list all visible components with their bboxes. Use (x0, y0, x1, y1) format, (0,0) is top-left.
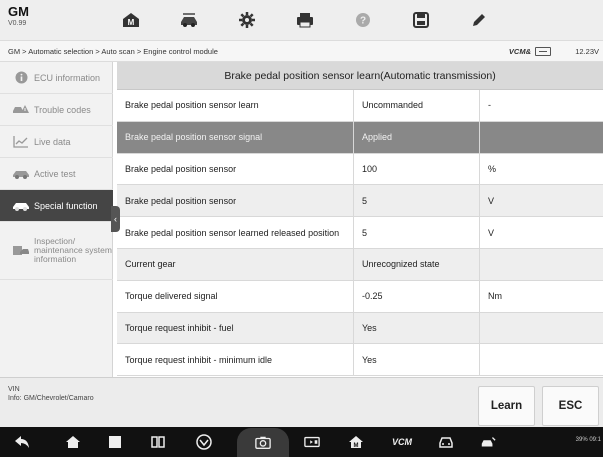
row-name: Brake pedal position sensor learn (117, 90, 354, 121)
inspection-icon (12, 244, 30, 258)
row-unit: V (488, 227, 495, 238)
home-icon[interactable]: M (102, 5, 160, 35)
svg-text:M: M (354, 443, 359, 449)
sidebar-item-label: Inspection/ maintenance system informati… (34, 236, 112, 264)
sidebar-item-inspection-maintenance[interactable]: Inspection/ maintenance system informati… (0, 222, 113, 280)
row-name: Torque request inhibit - minimum idle (117, 344, 354, 376)
row-name: Brake pedal position sensor learned rele… (117, 217, 354, 248)
sidebar-item-label: ECU information (34, 72, 101, 83)
row-value: Uncommanded (354, 90, 480, 121)
svg-text:?: ? (360, 16, 366, 27)
help-icon[interactable]: ? (334, 5, 392, 35)
sidebar-item-label: Live data (34, 136, 71, 147)
table-row[interactable]: Brake pedal position sensor signal Appli… (117, 121, 603, 154)
app-version: V0.99 (8, 20, 27, 27)
system-status: 39% 09:1 (575, 437, 601, 443)
brand: GM V0.99 (8, 5, 29, 29)
row-value: Yes (354, 344, 480, 376)
sidebar-item-label: Trouble codes (34, 104, 91, 115)
row-unit (480, 122, 603, 153)
special-function-icon (12, 199, 30, 213)
breadcrumb-bar: GM > Automatic selection > Auto scan > E… (0, 40, 603, 62)
row-name: Current gear (117, 248, 354, 280)
toolbar-icons: M ? (102, 5, 508, 35)
sidebar-item-label: Special function (34, 200, 98, 211)
diag-home-icon[interactable]: M (348, 434, 364, 450)
row-name: Brake pedal position sensor (117, 185, 354, 217)
video-icon[interactable] (304, 434, 320, 450)
footer: VIN Info: GM/Chevrolet/Camaro Learn ESC (0, 377, 603, 427)
android-nav-bar: M VCM 39% 09:1 (0, 427, 603, 457)
table-row[interactable]: Brake pedal position sensor 100 % (117, 153, 603, 186)
settings-icon[interactable] (218, 5, 276, 35)
car-nav-icon[interactable] (438, 434, 454, 450)
vehicle-info: VIN Info: GM/Chevrolet/Camaro (8, 385, 94, 403)
service-icon[interactable] (480, 434, 496, 450)
sidebar-item-label: Active test (34, 168, 76, 179)
vcm-status-label: VCM& (508, 47, 531, 56)
vin-label: VIN (8, 386, 20, 393)
app-name: GM (8, 4, 29, 19)
row-unit: V (488, 195, 495, 206)
table-row[interactable]: Torque request inhibit - minimum idle Ye… (117, 344, 603, 377)
row-unit: Nm (488, 291, 502, 302)
vehicle-swap-icon[interactable] (160, 5, 218, 35)
row-unit: - (488, 100, 491, 111)
multi-window-icon[interactable] (150, 434, 166, 450)
row-value: Unrecognized state (354, 248, 480, 280)
info-icon (12, 71, 30, 85)
row-name: Brake pedal position sensor (117, 153, 354, 185)
battery-icon (535, 47, 551, 56)
sidebar-item-active-test[interactable]: Active test (0, 158, 113, 190)
table-title: Brake pedal position sensor learn(Automa… (117, 62, 603, 90)
sidebar-item-live-data[interactable]: Live data (0, 126, 113, 158)
breadcrumb: GM > Automatic selection > Auto scan > E… (8, 47, 218, 56)
table-row[interactable]: Current gear Unrecognized state (117, 248, 603, 281)
row-unit (480, 313, 603, 344)
table-row[interactable]: Torque request inhibit - fuel Yes (117, 312, 603, 345)
table-row[interactable]: Brake pedal position sensor learned rele… (117, 217, 603, 249)
table-row[interactable]: Brake pedal position sensor 5 V (117, 185, 603, 218)
print-icon[interactable] (276, 5, 334, 35)
live-data-icon (12, 135, 30, 149)
back-icon[interactable] (14, 434, 30, 450)
home-nav-icon[interactable] (65, 434, 81, 450)
table-row[interactable]: Brake pedal position sensor learn Uncomm… (117, 90, 603, 122)
camera-icon[interactable] (255, 434, 271, 450)
row-value: -0.25 (354, 280, 480, 312)
car-warning-icon (12, 103, 30, 117)
row-value: Yes (354, 312, 480, 344)
row-value: Applied (354, 121, 480, 153)
row-value: 5 (354, 217, 480, 248)
browser-icon[interactable] (196, 434, 212, 450)
save-icon[interactable] (392, 5, 450, 35)
top-toolbar: GM V0.99 M ? (0, 0, 603, 40)
sidebar-item-ecu-information[interactable]: ECU information (0, 62, 113, 94)
row-value: 100 (354, 153, 480, 185)
row-name: Torque delivered signal (117, 280, 354, 312)
active-test-icon (12, 167, 30, 181)
row-name: Torque request inhibit - fuel (117, 312, 354, 344)
row-unit (480, 344, 603, 375)
voltage-readout: 12.23V (575, 47, 599, 56)
sidebar-collapse-tab[interactable]: ‹ (111, 206, 120, 232)
sidebar-item-special-function[interactable]: Special function (0, 190, 113, 222)
sidebar: ECU information Trouble codes Live data … (0, 62, 113, 377)
esc-button[interactable]: ESC (542, 386, 599, 426)
row-unit (480, 249, 603, 280)
learn-button[interactable]: Learn (478, 386, 535, 426)
table-row[interactable]: Torque delivered signal -0.25 Nm (117, 280, 603, 313)
edit-icon[interactable] (450, 5, 508, 35)
row-value: 5 (354, 185, 480, 217)
row-unit: % (488, 163, 497, 174)
sidebar-item-trouble-codes[interactable]: Trouble codes (0, 94, 113, 126)
vehicle-info-text: Info: GM/Chevrolet/Camaro (8, 395, 94, 402)
data-table: Brake pedal position sensor learn(Automa… (117, 62, 603, 377)
recent-apps-icon[interactable] (107, 434, 123, 450)
svg-text:M: M (128, 18, 135, 27)
row-name: Brake pedal position sensor signal (117, 121, 354, 153)
vcm-icon[interactable]: VCM (387, 434, 417, 450)
